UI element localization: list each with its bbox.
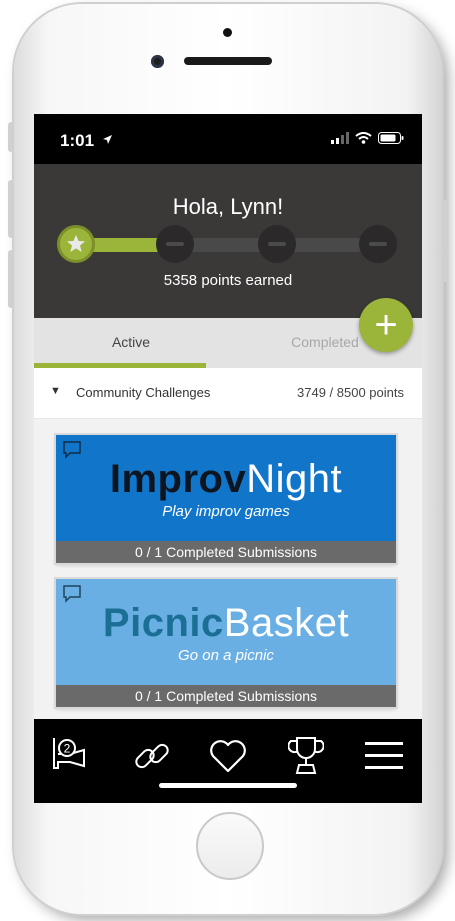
tickets-badge: 2	[64, 742, 71, 756]
sensor-dot	[223, 28, 232, 37]
volume-up-button	[8, 180, 14, 238]
challenge-list: ImprovNight Play improv games 0 / 1 Comp…	[34, 419, 422, 719]
challenge-banner: ImprovNight Play improv games	[56, 435, 396, 541]
community-challenges-header[interactable]: ▼ Community Challenges 3749 / 8500 point…	[34, 368, 422, 419]
location-arrow-icon	[102, 135, 112, 144]
profile-header: Hola, Lynn! 5358 points earned	[34, 164, 422, 318]
milestone-locked	[156, 225, 194, 263]
status-time-text: 1:01	[60, 131, 95, 150]
section-points: 3749 / 8500 points	[297, 385, 404, 400]
nav-tickets[interactable]: 2	[44, 731, 100, 781]
link-icon	[135, 743, 169, 769]
challenge-card[interactable]: PicnicBasket Go on a picnic 0 / 1 Comple…	[56, 579, 396, 707]
battery-icon	[378, 132, 404, 144]
star-icon	[67, 235, 85, 252]
trophy-icon	[288, 737, 324, 774]
status-time: 1:01	[60, 131, 113, 151]
challenge-title: ImprovNight	[56, 457, 396, 502]
challenge-title-light: Basket	[223, 601, 350, 645]
challenge-card[interactable]: ImprovNight Play improv games 0 / 1 Comp…	[56, 435, 396, 563]
tab-active[interactable]: Active	[34, 318, 228, 368]
heart-icon	[210, 740, 246, 773]
submissions-count: 0 / 1 Completed Submissions	[56, 541, 396, 563]
app-screen: 1:01 Hola, Lynn! 5358 points earned + Ac…	[34, 114, 422, 803]
minus-icon	[166, 242, 184, 246]
nav-links[interactable]	[124, 731, 180, 781]
nav-favorites[interactable]	[200, 731, 256, 781]
challenge-title-bold: Picnic	[102, 601, 224, 645]
tickets-icon: 2	[53, 738, 85, 769]
minus-icon	[268, 242, 286, 246]
front-camera	[151, 55, 164, 68]
mute-switch	[8, 122, 14, 152]
home-button[interactable]	[196, 812, 264, 880]
wifi-icon	[355, 132, 372, 144]
status-icons	[331, 132, 404, 144]
status-bar: 1:01	[34, 114, 422, 164]
nav-menu[interactable]	[356, 731, 412, 781]
milestone-locked	[258, 225, 296, 263]
challenge-subtitle: Go on a picnic	[178, 647, 274, 664]
challenge-title-bold: Improv	[109, 457, 247, 501]
collapse-caret-icon[interactable]: ▼	[50, 385, 61, 397]
challenge-banner: PicnicBasket Go on a picnic	[56, 579, 396, 685]
earpiece-speaker	[184, 57, 272, 65]
power-button	[442, 200, 448, 282]
points-progress-bar	[78, 238, 378, 252]
challenge-title-light: Night	[246, 457, 343, 501]
challenge-subtitle: Play improv games	[162, 503, 290, 520]
bottom-nav-bar: 2	[34, 719, 422, 803]
volume-down-button	[8, 250, 14, 308]
greeting-title: Hola, Lynn!	[172, 194, 284, 219]
home-indicator[interactable]	[159, 783, 297, 788]
add-challenge-button[interactable]: +	[359, 298, 413, 352]
menu-icon	[365, 742, 403, 769]
milestone-reached	[57, 225, 95, 263]
signal-icon	[331, 132, 349, 144]
nav-trophies[interactable]	[278, 731, 334, 781]
minus-icon	[369, 242, 387, 246]
challenge-title: PicnicBasket	[56, 601, 396, 646]
milestone-locked	[359, 225, 397, 263]
points-earned: 5358 points earned	[163, 272, 293, 289]
submissions-count: 0 / 1 Completed Submissions	[56, 685, 396, 707]
section-title: Community Challenges	[76, 385, 211, 400]
